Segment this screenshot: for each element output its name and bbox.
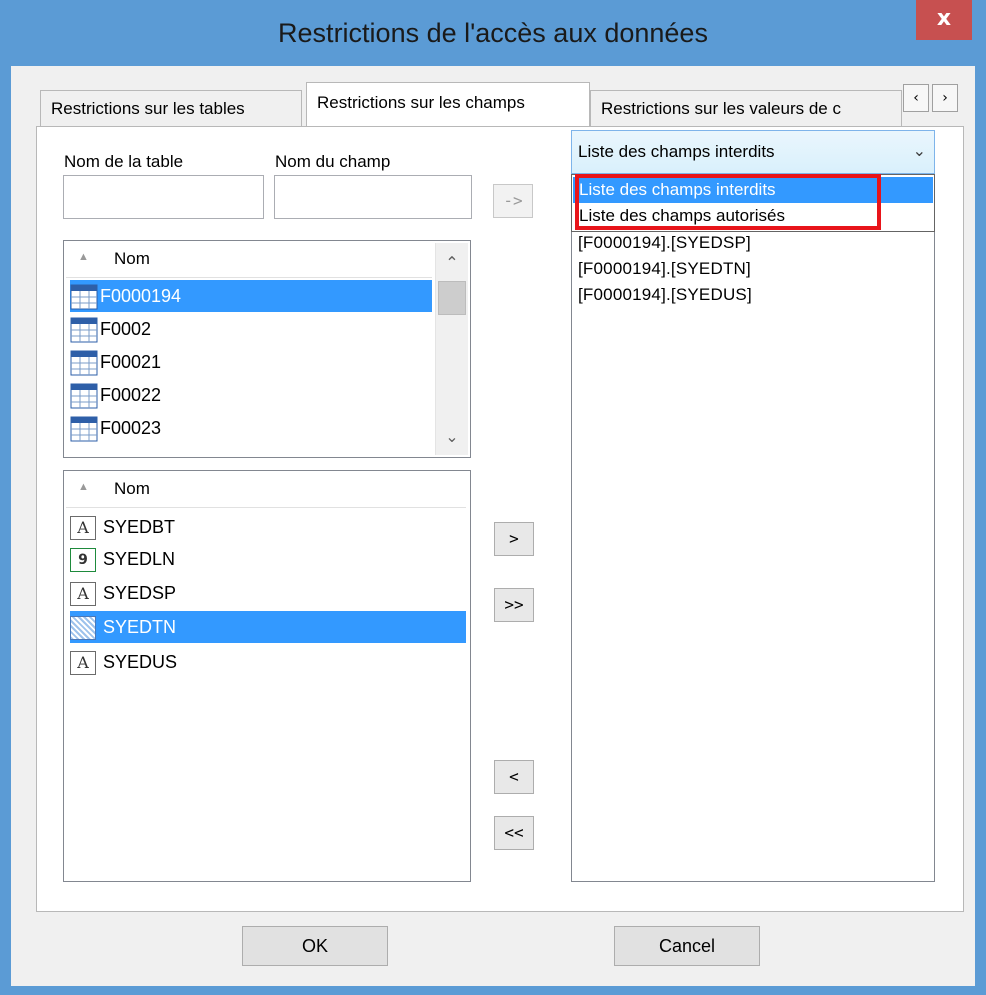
field-name-input[interactable]	[274, 175, 472, 219]
remove-all-fields-button[interactable]: <<	[494, 816, 534, 850]
restricted-field-item[interactable]: [F0000194].[SYEDSP]	[578, 230, 751, 256]
table-row-label: F0000194	[100, 286, 182, 306]
table-row[interactable]: F00021	[70, 346, 161, 378]
tables-listview[interactable]: ▲ Nom F0000194 F0002 F00021 F00022 F0002…	[63, 240, 471, 458]
table-row[interactable]: F00022	[70, 379, 161, 411]
table-name-input[interactable]	[63, 175, 264, 219]
tab-scroll-left-icon[interactable]: ‹	[903, 84, 929, 112]
field-row-label: SYEDBT	[103, 517, 176, 537]
ok-button[interactable]: OK	[242, 926, 388, 966]
window-title: Restrictions de l'accès aux données	[278, 18, 708, 48]
annotation-highlight-box	[575, 174, 881, 230]
scroll-down-icon[interactable]: ⌄	[436, 421, 468, 453]
tables-vertical-scrollbar[interactable]: ⌃ ⌄	[435, 243, 468, 455]
title-bar[interactable]: Restrictions de l'accès aux données x	[0, 0, 986, 66]
sort-arrow-icon: ▲	[78, 481, 89, 493]
add-field-button[interactable]: >	[494, 522, 534, 556]
table-row-label: F0002	[100, 319, 152, 339]
field-row-label: SYEDTN	[103, 617, 177, 637]
field-row-label: SYEDSP	[103, 583, 177, 603]
field-row-label: SYEDUS	[103, 652, 178, 672]
fields-header-label: Nom	[114, 479, 150, 498]
list-mode-value: Liste des champs interdits	[578, 142, 775, 161]
field-row[interactable]: A SYEDSP	[70, 577, 176, 609]
table-icon	[70, 284, 98, 310]
table-row-label: F00021	[100, 352, 162, 372]
add-all-fields-button[interactable]: >>	[494, 588, 534, 622]
scroll-thumb[interactable]	[438, 281, 466, 315]
sort-arrow-icon: ▲	[78, 251, 89, 263]
tab-field-restrictions[interactable]: Restrictions sur les champs	[306, 82, 590, 126]
remove-field-button[interactable]: <	[494, 760, 534, 794]
tables-column-header[interactable]: ▲ Nom	[66, 243, 432, 278]
field-row[interactable]: 9 SYEDLN	[70, 543, 175, 575]
text-field-icon: A	[70, 582, 96, 607]
table-icon	[70, 317, 98, 343]
table-row-label: F00023	[100, 418, 162, 438]
number-field-icon: 9	[70, 548, 96, 573]
fields-column-header[interactable]: ▲ Nom	[66, 473, 466, 508]
fields-listview[interactable]: ▲ Nom A SYEDBT 9 SYEDLN A SYEDSP SYEDTN …	[63, 470, 471, 882]
restricted-field-item[interactable]: [F0000194].[SYEDTN]	[578, 256, 751, 282]
table-icon	[70, 383, 98, 409]
table-row-label: F00022	[100, 385, 162, 405]
table-row[interactable]: F0002	[70, 313, 151, 345]
tab-scroll-right-icon[interactable]: ›	[932, 84, 958, 112]
close-button[interactable]: x	[916, 0, 972, 40]
field-row[interactable]: A SYEDBT	[70, 511, 175, 543]
table-icon	[70, 350, 98, 376]
field-row[interactable]: A SYEDUS	[70, 646, 177, 678]
field-name-label: Nom du champ	[275, 152, 391, 171]
table-icon	[70, 416, 98, 442]
binary-field-icon	[70, 616, 96, 641]
table-row[interactable]: F0000194	[70, 280, 432, 312]
cancel-button[interactable]: Cancel	[614, 926, 760, 966]
dialog-window: Restrictions de l'accès aux données x Re…	[0, 0, 986, 995]
field-row-label: SYEDLN	[103, 549, 176, 569]
table-row[interactable]: F00023	[70, 412, 161, 444]
tab-value-restrictions[interactable]: Restrictions sur les valeurs de c	[590, 90, 902, 126]
filter-arrow-button[interactable]: ->	[493, 184, 533, 218]
restricted-field-item[interactable]: [F0000194].[SYEDUS]	[578, 282, 752, 308]
scroll-up-icon[interactable]: ⌃	[436, 247, 468, 279]
text-field-icon: A	[70, 651, 96, 676]
tab-table-restrictions[interactable]: Restrictions sur les tables	[40, 90, 302, 126]
field-row[interactable]: SYEDTN	[70, 611, 466, 643]
text-field-icon: A	[70, 516, 96, 541]
chevron-down-icon[interactable]: ⌄	[913, 141, 926, 160]
table-name-label: Nom de la table	[64, 152, 184, 171]
list-mode-select[interactable]: Liste des champs interdits ⌄	[571, 130, 935, 174]
tables-header-label: Nom	[114, 249, 150, 268]
